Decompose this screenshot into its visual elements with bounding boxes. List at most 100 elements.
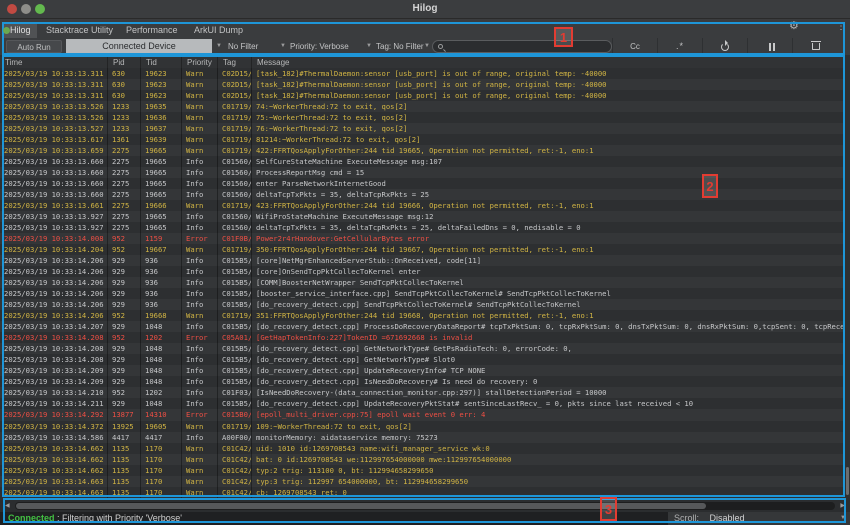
- auto-run-button[interactable]: Auto Run: [6, 40, 62, 53]
- column-header-pid[interactable]: Pid: [108, 57, 141, 68]
- cell-tag: C01C42/t: [218, 443, 252, 454]
- table-row[interactable]: 2025/03/19 10:33:13.31163019623WarnC02D1…: [0, 79, 845, 90]
- cell-tag: C015B5/n: [218, 266, 252, 277]
- cell-priority: Warn: [182, 487, 218, 498]
- table-row[interactable]: 2025/03/19 10:33:13.660227519665InfoC015…: [0, 178, 845, 189]
- tab-arkui-dump[interactable]: ArkUI Dump: [188, 22, 249, 38]
- table-row[interactable]: 2025/03/19 10:33:14.2089291048InfoC015B5…: [0, 354, 845, 365]
- cell-time: 2025/03/19 10:33:13.311: [0, 79, 108, 90]
- table-row[interactable]: 2025/03/19 10:33:14.206929936InfoC015B5/…: [0, 299, 845, 310]
- table-row[interactable]: 2025/03/19 10:33:14.66211351170WarnC01C4…: [0, 443, 845, 454]
- table-row[interactable]: 2025/03/19 10:33:13.660227519665InfoC015…: [0, 167, 845, 178]
- cell-priority: Warn: [182, 123, 218, 134]
- cell-tid: 1159: [141, 233, 182, 244]
- table-row[interactable]: 2025/03/19 10:33:13.526123319635WarnC017…: [0, 101, 845, 112]
- cell-message: deltaTcpTxPkts = 35, deltaTcpRxPkts = 25: [252, 189, 845, 200]
- column-header-tag[interactable]: Tag: [218, 57, 252, 68]
- table-row[interactable]: 2025/03/19 10:33:14.2099291048InfoC015B5…: [0, 376, 845, 387]
- table-row[interactable]: 2025/03/19 10:33:13.660227519665InfoC015…: [0, 189, 845, 200]
- cell-priority: Info: [182, 376, 218, 387]
- table-row[interactable]: 2025/03/19 10:33:14.206929936InfoC015B5/…: [0, 277, 845, 288]
- table-row[interactable]: 2025/03/19 10:33:13.927227519665InfoC015…: [0, 222, 845, 233]
- cell-time: 2025/03/19 10:33:14.207: [0, 321, 108, 332]
- table-row[interactable]: 2025/03/19 10:33:14.2079291048InfoC015B5…: [0, 321, 845, 332]
- cell-priority: Warn: [182, 443, 218, 454]
- table-row[interactable]: 2025/03/19 10:33:14.20695219668WarnC0171…: [0, 310, 845, 321]
- search-input[interactable]: [432, 40, 612, 53]
- tab-performance[interactable]: Performance: [120, 22, 184, 38]
- cell-time: 2025/03/19 10:33:14.210: [0, 387, 108, 398]
- table-row[interactable]: 2025/03/19 10:33:14.2099291048InfoC015B5…: [0, 365, 845, 376]
- table-row[interactable]: 2025/03/19 10:33:13.660227519665InfoC015…: [0, 156, 845, 167]
- table-row[interactable]: 2025/03/19 10:33:14.2089521202ErrorC05A0…: [0, 332, 845, 343]
- column-header-message[interactable]: Message: [252, 57, 845, 68]
- table-row[interactable]: 2025/03/19 10:33:13.526123319636WarnC017…: [0, 112, 845, 123]
- horizontal-scrollbar-track[interactable]: [15, 502, 835, 510]
- cell-tid: 1170: [141, 465, 182, 476]
- cell-message: [IsNeedDoRecovery-(data_connection_monit…: [252, 387, 845, 398]
- cell-message: 350:FFRTQosApplyForOther:244 tid 19667, …: [252, 244, 845, 255]
- cell-tid: 936: [141, 266, 182, 277]
- table-row[interactable]: 2025/03/19 10:33:14.66211351170WarnC01C4…: [0, 454, 845, 465]
- clear-log-button[interactable]: [792, 38, 838, 55]
- table-row[interactable]: 2025/03/19 10:33:14.2119291048InfoC015B5…: [0, 398, 845, 409]
- table-row[interactable]: 2025/03/19 10:33:13.927227519665InfoC015…: [0, 211, 845, 222]
- cell-tag: C01719/c: [218, 112, 252, 123]
- scroll-right-icon[interactable]: ▶: [840, 502, 845, 509]
- tag-dropdown[interactable]: Tag: No Filter ▼: [376, 39, 430, 54]
- cell-message: enter ParseNetworkInternetGood: [252, 178, 845, 189]
- table-row[interactable]: 2025/03/19 10:33:14.2089291048InfoC015B5…: [0, 343, 845, 354]
- table-row[interactable]: 2025/03/19 10:33:14.66311351170WarnC01C4…: [0, 487, 845, 498]
- table-row[interactable]: 2025/03/19 10:33:13.31163019623WarnC02D1…: [0, 90, 845, 101]
- scroll-mode-control[interactable]: Scroll: Disabled ▼: [668, 512, 850, 525]
- cell-message: cb: 1269708543 ret: 0: [252, 487, 845, 498]
- table-row[interactable]: 2025/03/19 10:33:13.31163019623WarnC02D1…: [0, 68, 845, 79]
- column-header-tid[interactable]: Tid: [141, 57, 182, 68]
- tab-stacktrace-utility[interactable]: Stacktrace Utility: [40, 22, 119, 38]
- cell-tid: 19623: [141, 90, 182, 101]
- horizontal-scrollbar-thumb[interactable]: [16, 503, 706, 509]
- table-row[interactable]: 2025/03/19 10:33:14.2109521202InfoC01F03…: [0, 387, 845, 398]
- column-header-time[interactable]: Time: [0, 57, 108, 68]
- vertical-scrollbar-thumb[interactable]: [846, 467, 849, 495]
- table-row[interactable]: 2025/03/19 10:33:14.3721392519605WarnC01…: [0, 421, 845, 432]
- table-row[interactable]: 2025/03/19 10:33:13.661227519666WarnC017…: [0, 200, 845, 211]
- table-row[interactable]: 2025/03/19 10:33:14.2921387714310ErrorC0…: [0, 409, 845, 420]
- table-row[interactable]: 2025/03/19 10:33:14.206929936InfoC015B5/…: [0, 266, 845, 277]
- chevron-down-icon: ▼: [840, 512, 846, 525]
- filter-dropdown[interactable]: No Filter ▼: [228, 39, 286, 54]
- cell-pid: 13877: [108, 409, 141, 420]
- cell-tag: C01560/W: [218, 167, 252, 178]
- table-row[interactable]: 2025/03/19 10:33:14.20495219667WarnC0171…: [0, 244, 845, 255]
- table-row[interactable]: 2025/03/19 10:33:14.206929936InfoC015B5/…: [0, 288, 845, 299]
- cell-priority: Warn: [182, 112, 218, 123]
- refresh-button[interactable]: [702, 38, 747, 55]
- cell-tag: C015B5/n: [218, 255, 252, 266]
- table-row[interactable]: 2025/03/19 10:33:14.66311351170WarnC01C4…: [0, 476, 845, 487]
- cell-tag: C02D15/H: [218, 68, 252, 79]
- device-combobox-value[interactable]: Connected Device: [66, 39, 212, 54]
- vertical-scrollbar[interactable]: [845, 57, 850, 498]
- more-options-kebab-icon[interactable]: ⋮: [836, 21, 846, 32]
- table-row[interactable]: 2025/03/19 10:33:13.617136119639WarnC017…: [0, 134, 845, 145]
- tab-bar: Hilog Stacktrace Utility Performance Ark…: [0, 19, 850, 38]
- table-row[interactable]: 2025/03/19 10:33:13.527123319637WarnC017…: [0, 123, 845, 134]
- horizontal-scrollbar[interactable]: ◀ ▶: [0, 500, 850, 512]
- cell-tag: C01719/t: [218, 244, 252, 255]
- table-row[interactable]: 2025/03/19 10:33:13.659227519665WarnC017…: [0, 145, 845, 156]
- scroll-left-icon[interactable]: ◀: [5, 502, 10, 509]
- regex-button[interactable]: .*: [657, 38, 702, 55]
- cell-message: SelfCureStateMachine ExecuteMessage msg:…: [252, 156, 845, 167]
- table-row[interactable]: 2025/03/19 10:33:14.206929936InfoC015B5/…: [0, 255, 845, 266]
- column-header-priority[interactable]: Priority: [182, 57, 218, 68]
- pause-button[interactable]: [747, 38, 792, 55]
- device-combobox-arrow[interactable]: ▼: [212, 39, 226, 54]
- cell-message: [core]OnSendTcpPktCollecToKernel enter: [252, 266, 845, 277]
- priority-dropdown[interactable]: Priority: Verbose ▼: [290, 39, 372, 54]
- settings-gear-icon[interactable]: ⚙: [789, 21, 799, 32]
- cell-priority: Warn: [182, 101, 218, 112]
- match-case-button[interactable]: Cc: [612, 38, 657, 55]
- table-row[interactable]: 2025/03/19 10:33:14.0089521159ErrorC01F0…: [0, 233, 845, 244]
- table-row[interactable]: 2025/03/19 10:33:14.66211351170WarnC01C4…: [0, 465, 845, 476]
- table-row[interactable]: 2025/03/19 10:33:14.58644174417InfoA00F0…: [0, 432, 845, 443]
